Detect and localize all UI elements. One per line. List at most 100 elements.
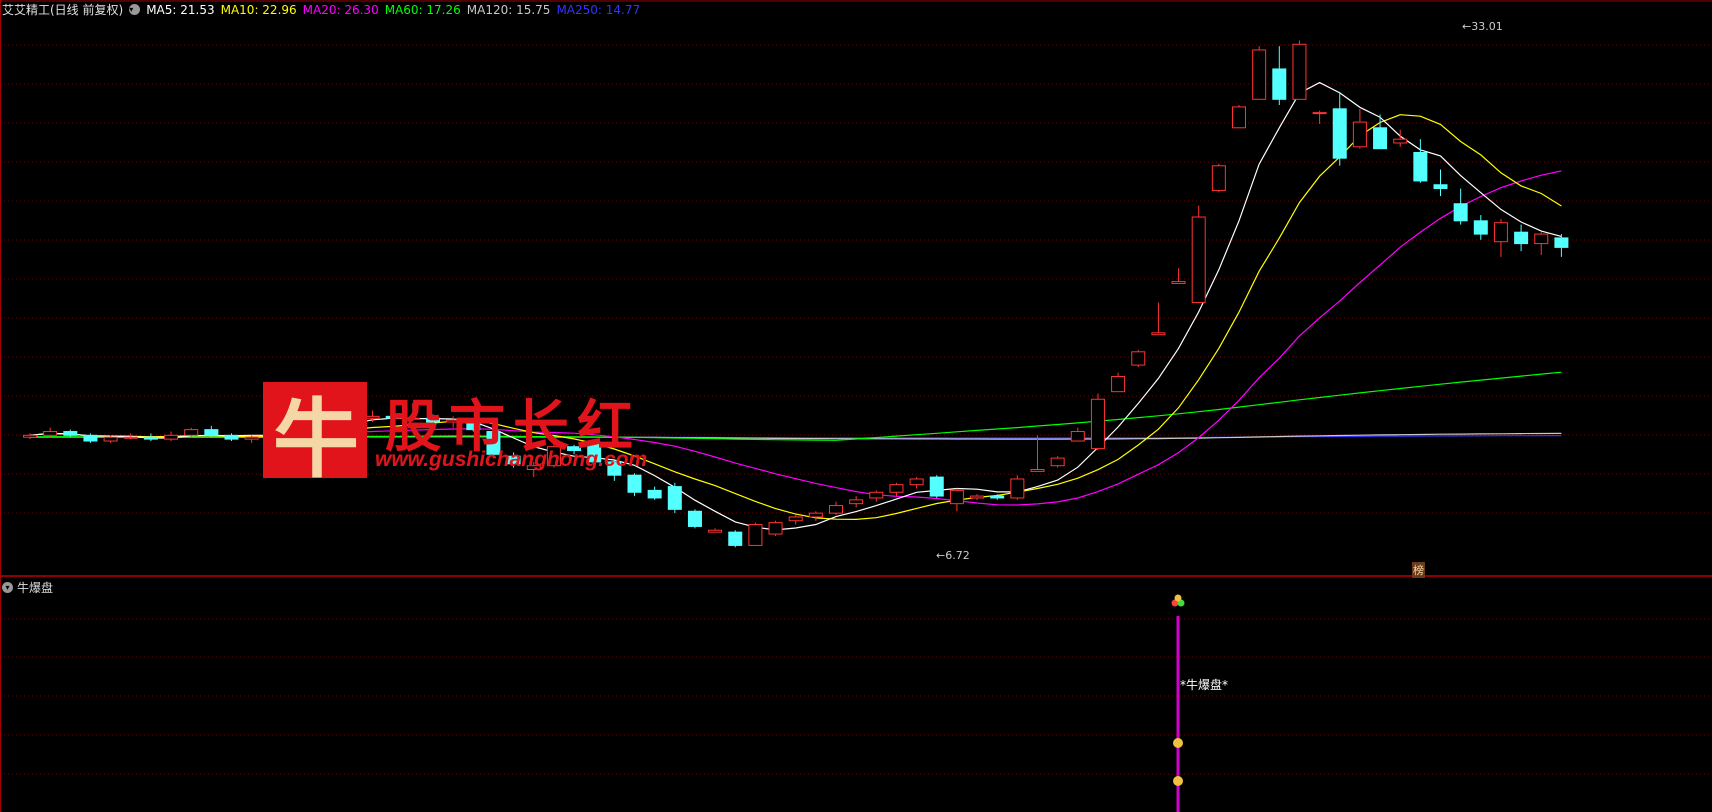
candle-body xyxy=(909,478,924,486)
candle[interactable] xyxy=(1473,215,1488,240)
candle-body xyxy=(849,499,864,505)
candle[interactable] xyxy=(788,515,803,525)
candle[interactable] xyxy=(1111,372,1126,393)
candle[interactable] xyxy=(1514,224,1529,252)
candle[interactable] xyxy=(808,511,823,521)
candle-body xyxy=(869,491,884,499)
candle-body xyxy=(1050,457,1065,467)
ma250-label: MA250: 14.77 xyxy=(556,2,641,17)
candle-body xyxy=(1332,108,1347,159)
candle-body xyxy=(1232,106,1246,129)
candle-body xyxy=(43,431,58,436)
candle[interactable] xyxy=(929,475,944,498)
candle-body xyxy=(1090,398,1105,450)
candle[interactable] xyxy=(1534,232,1549,255)
candle[interactable] xyxy=(768,520,783,536)
candle-body xyxy=(990,495,1005,499)
low-price-label: ←6.72 xyxy=(936,549,970,562)
candle-body xyxy=(970,495,985,499)
candle[interactable] xyxy=(1312,110,1327,124)
candle-body xyxy=(1131,351,1146,366)
candle[interactable] xyxy=(687,509,702,529)
candle-body xyxy=(1030,468,1045,472)
candle[interactable] xyxy=(63,429,78,438)
candle[interactable] xyxy=(204,425,219,438)
candle[interactable] xyxy=(1171,268,1186,284)
candle-body xyxy=(1111,375,1126,393)
logo-char: 牛 xyxy=(273,389,359,490)
candle[interactable] xyxy=(164,431,179,442)
candle-body xyxy=(1252,49,1267,100)
candle[interactable] xyxy=(1292,40,1307,100)
candle[interactable] xyxy=(83,433,98,443)
candle[interactable] xyxy=(1010,475,1025,500)
candle[interactable] xyxy=(184,427,199,438)
subpanel-title[interactable]: 牛爆盘 xyxy=(17,579,53,596)
indicator-legend: 艾艾精工(日线 前复权) ▾ MA5: 21.53 MA10: 22.96 MA… xyxy=(2,1,640,18)
candle[interactable] xyxy=(1332,91,1347,166)
candle-body xyxy=(708,529,723,533)
candle-body xyxy=(1070,431,1085,442)
candle[interactable] xyxy=(1413,139,1428,183)
candle[interactable] xyxy=(1493,218,1508,257)
candle[interactable] xyxy=(1090,393,1105,451)
candle[interactable] xyxy=(1373,114,1388,150)
candle[interactable] xyxy=(1554,234,1569,257)
candle[interactable] xyxy=(1433,169,1448,197)
money-bag-icon xyxy=(1173,776,1183,786)
candle[interactable] xyxy=(1151,302,1166,336)
candle[interactable] xyxy=(970,494,985,500)
candle[interactable] xyxy=(1070,427,1085,442)
candle[interactable] xyxy=(1191,205,1206,303)
candle-body xyxy=(1191,216,1206,303)
chevron-down-icon[interactable]: ▾ xyxy=(2,582,13,593)
ma10-line xyxy=(29,114,1562,521)
candle[interactable] xyxy=(1352,108,1367,149)
candle[interactable] xyxy=(1030,435,1045,472)
candlestick-chart[interactable] xyxy=(0,0,1712,812)
candle-body xyxy=(1393,138,1408,144)
candle-body xyxy=(1151,332,1166,336)
candle[interactable] xyxy=(1050,456,1065,468)
candle-body xyxy=(788,516,803,522)
candle-body xyxy=(647,489,662,499)
candles[interactable] xyxy=(23,40,1569,548)
candle[interactable] xyxy=(728,530,743,548)
candle-body xyxy=(123,436,138,439)
candle-body xyxy=(768,522,783,535)
candle[interactable] xyxy=(1232,105,1246,129)
candle[interactable] xyxy=(708,528,723,533)
high-price-value: 33.01 xyxy=(1471,20,1503,33)
watermark-url: www.gushichanghong.com xyxy=(375,448,648,471)
candle[interactable] xyxy=(1211,163,1226,193)
candle[interactable] xyxy=(1131,349,1146,367)
candle[interactable] xyxy=(829,501,843,516)
candle-body xyxy=(1010,478,1025,499)
stock-title[interactable]: 艾艾精工(日线 前复权) xyxy=(2,1,123,18)
candle-body xyxy=(1473,220,1488,235)
candle-body xyxy=(23,434,37,438)
candle-body xyxy=(143,436,158,440)
candle[interactable] xyxy=(647,486,662,500)
candle[interactable] xyxy=(889,482,904,497)
money-bag-icon xyxy=(1173,738,1183,748)
list-tag-badge[interactable]: 榜 xyxy=(1412,562,1425,578)
candle[interactable] xyxy=(849,496,864,508)
candle[interactable] xyxy=(949,488,964,512)
candle[interactable] xyxy=(1252,46,1267,100)
candle-body xyxy=(1373,127,1388,150)
candle-body xyxy=(365,415,380,419)
candle-body xyxy=(889,484,904,493)
candle-body xyxy=(1211,165,1226,191)
candle[interactable] xyxy=(667,482,682,514)
candle[interactable] xyxy=(1272,46,1287,106)
candle[interactable] xyxy=(143,433,158,442)
candle[interactable] xyxy=(1453,188,1468,225)
candle[interactable] xyxy=(748,522,763,546)
chevron-down-icon[interactable]: ▾ xyxy=(129,4,141,15)
low-price-value: 6.72 xyxy=(945,549,970,562)
candle[interactable] xyxy=(869,490,884,502)
candle[interactable] xyxy=(43,427,58,438)
candle[interactable] xyxy=(627,473,642,497)
candle[interactable] xyxy=(909,477,924,489)
